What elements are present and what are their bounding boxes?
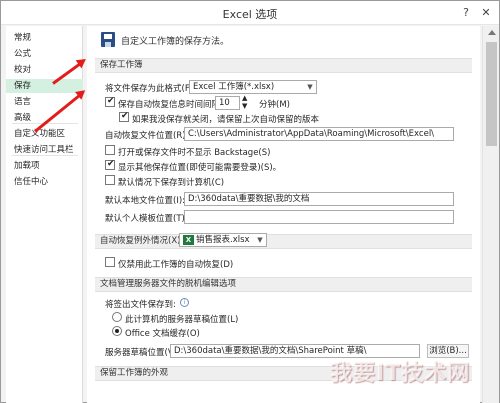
save-checked-out-label: 将签出文件保存到: (105, 300, 176, 310)
watermark-url: www.52it.com (384, 383, 441, 392)
minutes-spinner[interactable]: ▲ ▼ (242, 94, 247, 110)
keep-last-autosaved-label: 如果我没保存就关闭，请保留上次自动保留的版本 (132, 115, 320, 125)
autorecover-checkbox[interactable] (105, 96, 115, 107)
sidebar-item-trust-center[interactable]: 信任中心 (6, 175, 83, 189)
window-title: Excel 选项 (222, 8, 278, 21)
autorecover-exceptions-section: 自动恢复例外情况(X): (95, 234, 472, 249)
chevron-down-icon: ▼ (257, 236, 263, 244)
sidebar-item-save[interactable]: 保存 (6, 79, 83, 93)
sidebar-item-customize-ribbon[interactable]: 自定义功能区 (6, 127, 83, 141)
autorecover-exceptions-title: 自动恢复例外情况(X): (100, 236, 184, 246)
scroll-up-icon[interactable] (488, 30, 496, 35)
save-to-computer-checkbox[interactable] (105, 175, 115, 185)
offline-editing-section: 文档管理服务器文件的脱机编辑选项 (95, 277, 472, 292)
autorecover-minutes-input[interactable]: 10 (215, 96, 240, 110)
office-cache-label: Office 文档缓存(O) (125, 329, 200, 339)
save-to-computer-label: 默认情况下保存到计算机(C) (118, 178, 225, 188)
autorecover-workbook-value: 销售报表.xlsx (196, 235, 250, 245)
autorecover-workbook-select[interactable]: X 销售报表.xlsx ▼ (179, 233, 267, 247)
options-sidebar: 常规 公式 校对 保存 语言 高级 自定义功能区 快速访问工具栏 加载项 信任中… (6, 26, 83, 403)
title-bar: Excel 选项 ? ✕ (1, 1, 499, 25)
keep-last-autosaved-checkbox[interactable] (119, 111, 129, 122)
vertical-scrollbar[interactable] (482, 26, 499, 403)
default-template-location-input[interactable] (184, 210, 454, 224)
sidebar-item-add-ins[interactable]: 加载项 (6, 159, 83, 173)
minutes-label: 分钟(M) (259, 100, 290, 110)
default-local-location-label: 默认本地文件位置(I): (105, 196, 186, 206)
help-button[interactable]: ? (457, 4, 475, 21)
server-drafts-location-label: 服务器草稿位置(V): (105, 348, 180, 358)
show-other-locations-label: 显示其他保存位置(即使可能需要登录)(S)。 (118, 163, 282, 173)
show-other-locations-checkbox[interactable] (105, 159, 115, 170)
chevron-down-icon: ▼ (307, 83, 313, 91)
file-format-value: Excel 工作簿(*.xlsx) (193, 82, 275, 92)
default-local-location-input[interactable]: D:\360data\重要数据\我的文档 (184, 192, 454, 206)
disable-autorecover-label: 仅禁用此工作簿的自动恢复(D) (118, 260, 234, 270)
no-backstage-label: 打开或保存文件时不显示 Backstage(S) (118, 148, 271, 158)
save-options-panel: 自定义工作簿的保存方法。 保存工作簿 将文件保存为此格式(F): Excel 工… (87, 26, 480, 403)
server-drafts-label: 此计算机的服务器草稿位置(L) (125, 315, 239, 325)
default-template-location-label: 默认个人模板位置(T): (105, 214, 188, 224)
no-backstage-checkbox[interactable] (105, 145, 115, 155)
sidebar-divider (12, 155, 78, 156)
close-button[interactable]: ✕ (477, 4, 495, 21)
save-workbooks-section: 保存工作簿 (95, 58, 472, 73)
excel-file-icon: X (183, 235, 194, 245)
page-title: 自定义工作簿的保存方法。 (121, 37, 230, 47)
office-cache-radio[interactable] (112, 326, 122, 336)
file-format-select[interactable]: Excel 工作簿(*.xlsx) ▼ (189, 80, 317, 94)
sidebar-item-formulas[interactable]: 公式 (6, 47, 83, 61)
info-icon: i (180, 298, 189, 307)
autorecover-location-label: 自动恢复文件位置(R): (105, 131, 189, 141)
watermark: 我要IT技术网 www.52it.com (322, 355, 496, 401)
scroll-thumb[interactable] (486, 42, 497, 146)
autorecover-location-input[interactable]: C:\Users\Administrator\AppData\Roaming\M… (184, 127, 454, 141)
server-drafts-radio[interactable] (112, 312, 122, 322)
sidebar-item-general[interactable]: 常规 (6, 31, 83, 45)
disable-autorecover-checkbox[interactable] (105, 257, 115, 267)
file-format-label: 将文件保存为此格式(F): (105, 84, 196, 94)
save-disk-icon (101, 32, 115, 47)
